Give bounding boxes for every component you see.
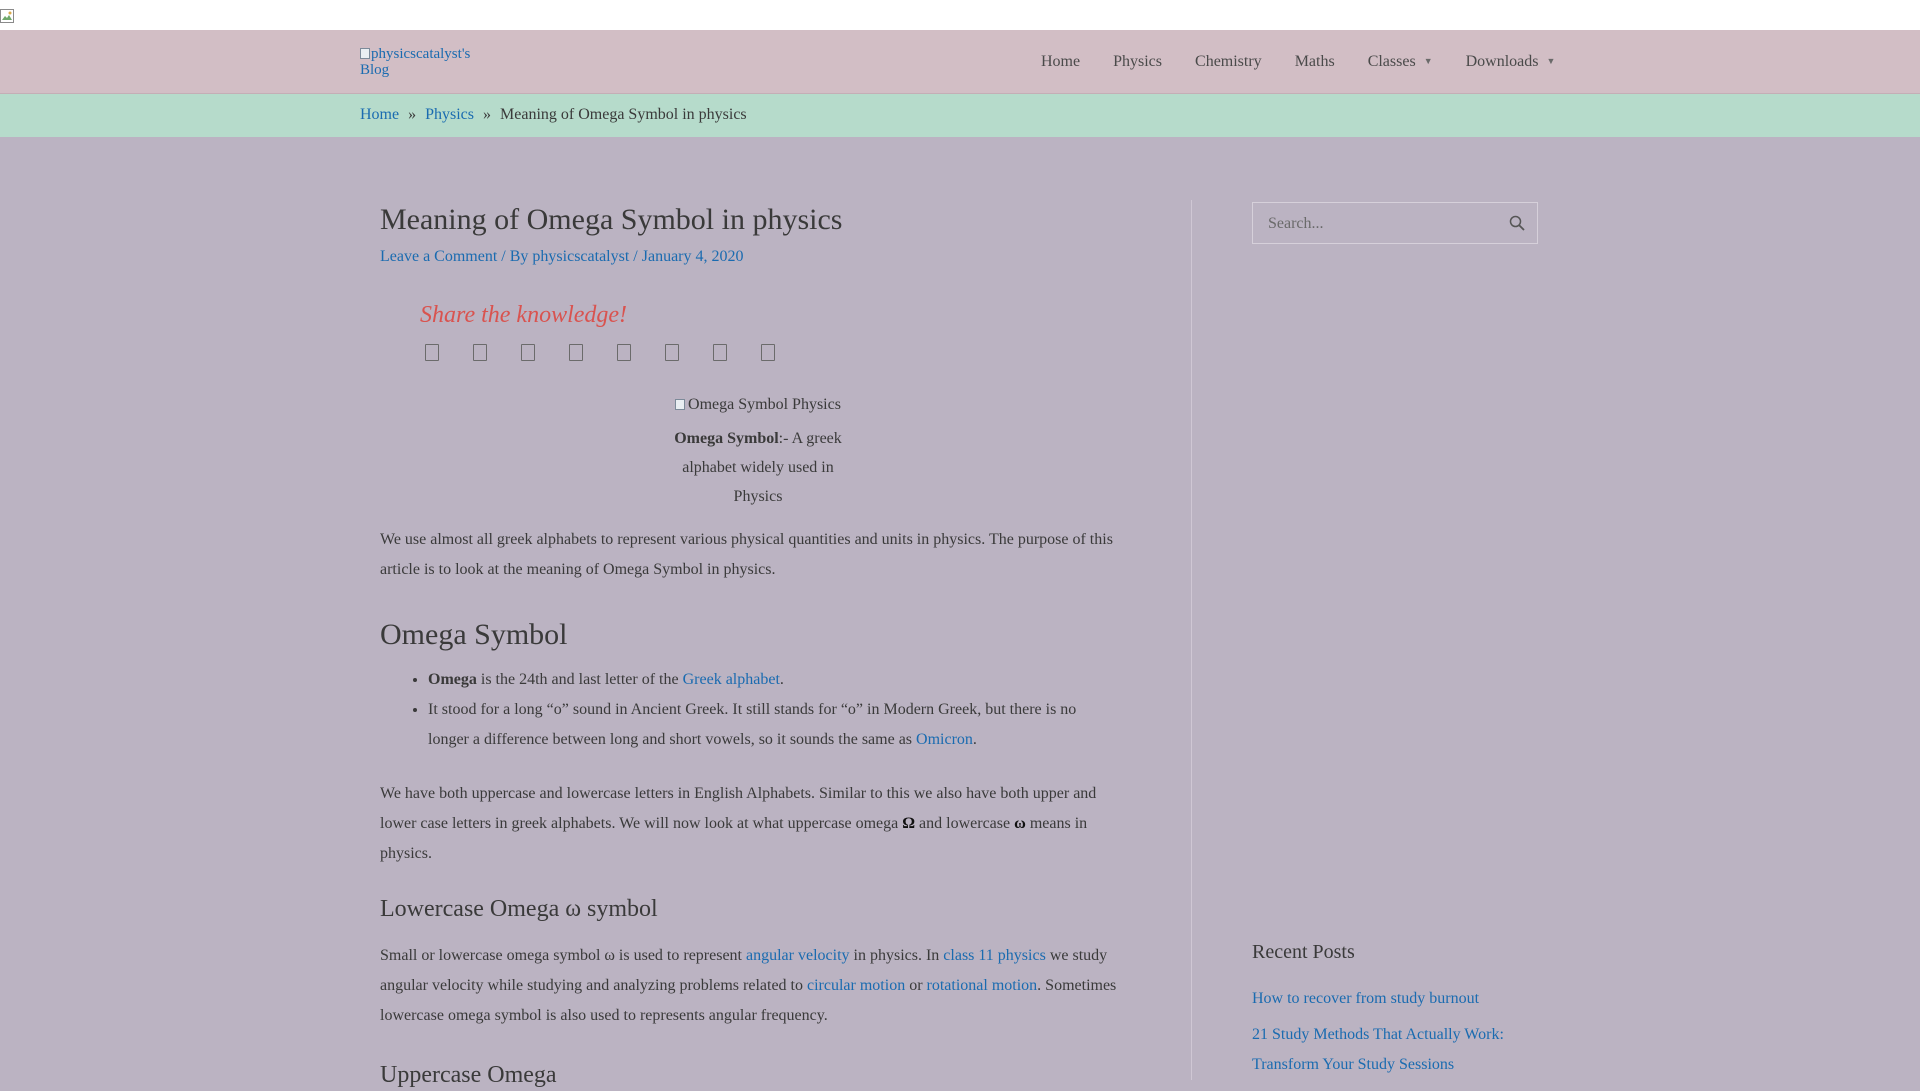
search-button[interactable]: [1497, 203, 1537, 243]
nav-physics[interactable]: Physics: [1113, 53, 1162, 71]
broken-image-icon: [675, 399, 686, 410]
chevron-down-icon: ▼: [1423, 55, 1433, 66]
nav-downloads[interactable]: Downloads ▼: [1466, 53, 1556, 71]
nav-chemistry[interactable]: Chemistry: [1195, 53, 1262, 71]
leave-comment-link[interactable]: Leave a Comment: [380, 248, 497, 265]
nav-classes[interactable]: Classes ▼: [1368, 53, 1433, 71]
breadcrumb-home[interactable]: Home: [360, 106, 399, 123]
list-item: Omega is the 24th and last letter of the…: [428, 665, 1120, 695]
nav-maths[interactable]: Maths: [1295, 53, 1335, 71]
heading-lowercase-omega: Lowercase Omega ω symbol: [380, 896, 658, 922]
page-title: Meaning of Omega Symbol in physics: [380, 203, 843, 236]
email-icon[interactable]: [713, 344, 727, 361]
caption-bold: Omega Symbol: [674, 430, 779, 447]
heading-omega-symbol: Omega Symbol: [380, 618, 568, 651]
broken-image-icon: [0, 9, 14, 23]
share-heading: Share the knowledge!: [420, 302, 628, 328]
greek-alphabet-link[interactable]: Greek alphabet: [683, 671, 780, 688]
para-text: or: [905, 977, 927, 994]
recent-post-link[interactable]: How to recover from study burnout: [1252, 984, 1552, 1014]
list-text: It stood for a long “o” sound in Ancient…: [428, 701, 1077, 748]
class-11-physics-link[interactable]: class 11 physics: [943, 947, 1046, 964]
search-icon: [1509, 215, 1525, 231]
case-paragraph: We have both uppercase and lowercase let…: [380, 779, 1120, 869]
angular-velocity-link[interactable]: angular velocity: [746, 947, 850, 964]
figure-caption: Omega Symbol:- A greek alphabet widely u…: [672, 424, 844, 511]
recent-post-link[interactable]: 21 Study Methods That Actually Work: Tra…: [1252, 1020, 1552, 1080]
breadcrumb-physics[interactable]: Physics: [425, 106, 474, 123]
sidebar-divider: [1191, 200, 1192, 1080]
omega-lower: ω: [1014, 815, 1026, 832]
breadcrumb-separator: »: [408, 106, 417, 123]
heading-uppercase-omega: Uppercase Omega: [380, 1062, 557, 1088]
logo-alt-text: physicscatalyst's Blog: [360, 46, 471, 78]
reddit-icon[interactable]: [617, 344, 631, 361]
post-date[interactable]: January 4, 2020: [642, 248, 744, 265]
nav-classes-label: Classes: [1367, 52, 1416, 70]
chevron-down-icon: ▼: [1546, 55, 1556, 66]
intro-paragraph: We use almost all greek alphabets to rep…: [380, 531, 1113, 578]
site-logo[interactable]: physicscatalyst's Blog: [360, 46, 500, 78]
figure-alt-text: Omega Symbol Physics: [688, 396, 841, 413]
share-buttons: [425, 344, 809, 361]
circular-motion-link[interactable]: circular motion: [807, 977, 905, 994]
article: Meaning of Omega Symbol in physics Leave…: [380, 200, 1120, 1088]
omicron-link[interactable]: Omicron: [916, 731, 973, 748]
list-item: It stood for a long “o” sound in Ancient…: [428, 695, 1120, 755]
broken-image-icon: [360, 48, 370, 59]
main-nav: Home Physics Chemistry Maths Classes ▼ Do…: [1041, 30, 1555, 93]
site-header: physicscatalyst's Blog: [0, 30, 1920, 94]
breadcrumb-current: Meaning of Omega Symbol in physics: [500, 106, 747, 123]
search-input[interactable]: [1253, 203, 1510, 245]
breadcrumb: Home » Physics » Meaning of Omega Symbol…: [0, 94, 1920, 137]
bold-text: Omega: [428, 671, 477, 688]
twitter-icon[interactable]: [473, 344, 487, 361]
facebook-icon[interactable]: [425, 344, 439, 361]
print-icon[interactable]: [761, 344, 775, 361]
omega-figure: Omega Symbol Physics Omega Symbol:- A gr…: [672, 390, 844, 511]
author-link[interactable]: physicscatalyst: [532, 248, 629, 265]
nav-downloads-label: Downloads: [1465, 52, 1539, 70]
top-bar: [0, 0, 1920, 30]
search-form: [1252, 202, 1538, 245]
whatsapp-icon[interactable]: [665, 344, 679, 361]
nav-home[interactable]: Home: [1041, 53, 1080, 71]
para-text: in physics. In: [849, 947, 944, 964]
meta-by: / By: [501, 248, 529, 265]
omega-facts-list: Omega is the 24th and last letter of the…: [380, 665, 1120, 755]
recent-posts-title: Recent Posts: [1252, 941, 1355, 963]
para-text: Small or lowercase omega symbol ω is use…: [380, 947, 746, 964]
meta-separator: /: [633, 248, 638, 265]
linkedin-icon[interactable]: [521, 344, 535, 361]
figure-image: Omega Symbol Physics: [672, 390, 844, 419]
post-meta: Leave a Comment / By physicscatalyst / J…: [380, 248, 1120, 266]
para-text: and lowercase: [915, 815, 1015, 832]
recent-posts-widget: Recent Posts How to recover from study b…: [1252, 938, 1552, 1086]
breadcrumb-separator: »: [483, 106, 492, 123]
list-text: .: [972, 731, 977, 748]
lowercase-paragraph: Small or lowercase omega symbol ω is use…: [380, 941, 1120, 1031]
omega-upper: Ω: [902, 815, 916, 832]
list-text: is the 24th and last letter of the: [476, 671, 683, 688]
rotational-motion-link[interactable]: rotational motion: [927, 977, 1038, 994]
pinterest-icon[interactable]: [569, 344, 583, 361]
list-text: .: [779, 671, 784, 688]
